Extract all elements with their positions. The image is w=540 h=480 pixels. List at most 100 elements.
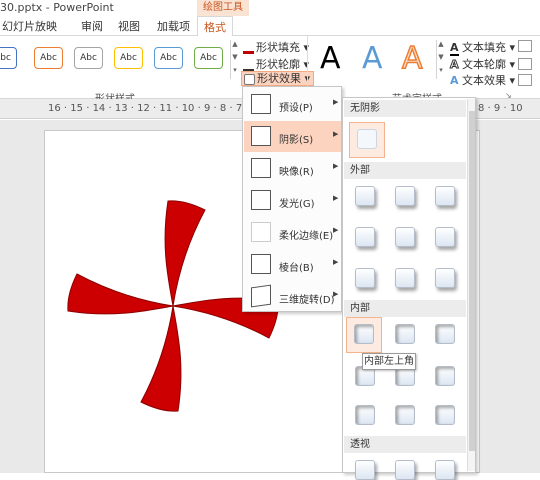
outer-shadow-swatch[interactable] bbox=[395, 227, 415, 247]
reflection-icon bbox=[251, 158, 271, 178]
tab-view[interactable]: 视图 bbox=[118, 18, 140, 34]
outer-shadow-swatch[interactable] bbox=[435, 186, 455, 206]
shape-style-green[interactable]: Abc bbox=[194, 47, 223, 69]
chevron-right-icon: ▶ bbox=[333, 290, 339, 298]
gallery-scrollbar[interactable] bbox=[467, 99, 475, 471]
shape-style-gold[interactable]: Abc bbox=[114, 47, 143, 69]
no-shadow-swatch[interactable] bbox=[357, 129, 377, 149]
menu-item-label: 阴影(S) bbox=[279, 135, 314, 146]
menu-item-glow[interactable]: 发光(G) ▶ bbox=[244, 185, 341, 216]
inner-shadow-swatch[interactable] bbox=[395, 324, 415, 344]
shape-style-light-blue[interactable]: Abc bbox=[154, 47, 183, 69]
inner-shadow-swatch[interactable] bbox=[435, 366, 455, 386]
wordart-style-blue[interactable]: A bbox=[362, 41, 383, 77]
text-outline-icon: A bbox=[450, 58, 459, 72]
align-text-icon[interactable] bbox=[518, 40, 532, 52]
menu-item-soft-edges[interactable]: 柔化边缘(E) ▶ bbox=[244, 217, 341, 248]
inner-shadow-swatch[interactable] bbox=[355, 405, 375, 425]
shape-fill-label: 形状填充 bbox=[256, 41, 300, 54]
ruler-ticks-left: 16 · 15 · 14 · 13 · 12 · 11 · 10 · 9 · 8… bbox=[48, 103, 258, 114]
scroll-up-icon[interactable]: ▲ bbox=[437, 40, 445, 53]
glow-icon bbox=[251, 190, 271, 210]
shape-outline-label: 形状轮廓 bbox=[256, 58, 300, 71]
scroll-down-icon[interactable]: ▼ bbox=[437, 53, 445, 66]
text-outline-label: 文本轮廓 bbox=[462, 58, 507, 71]
outer-shadow-swatch[interactable] bbox=[395, 186, 415, 206]
scrollbar-thumb[interactable] bbox=[469, 111, 475, 451]
shape-styles-scroll[interactable]: ▲ ▼ ▾ bbox=[230, 40, 239, 79]
shape-effects-menu: 预设(P) ▶ 阴影(S) ▶ 映像(R) ▶ 发光(G) ▶ 柔化边缘(E) … bbox=[242, 86, 342, 312]
gallery-header-outer: 外部 bbox=[344, 162, 466, 179]
chevron-right-icon: ▶ bbox=[333, 226, 339, 234]
perspective-shadow-swatch[interactable] bbox=[395, 460, 415, 480]
shape-effects-button[interactable]: 形状效果 ▾ bbox=[241, 71, 315, 86]
ruler-ticks-right: 8 · 9 · 10 bbox=[478, 103, 523, 114]
text-direction-icon[interactable] bbox=[518, 58, 532, 70]
tab-format[interactable]: 格式 bbox=[197, 16, 233, 37]
outer-shadow-swatch[interactable] bbox=[435, 268, 455, 288]
inner-shadow-swatch[interactable] bbox=[395, 405, 415, 425]
ribbon-tabs: 幻灯片放映 审阅 视图 加载项 格式 bbox=[0, 16, 540, 37]
menu-item-label: 柔化边缘(E) bbox=[279, 231, 334, 242]
chevron-right-icon: ▶ bbox=[333, 258, 339, 266]
text-outline-button[interactable]: A 文本轮廓 ▾ bbox=[450, 56, 516, 72]
shape-style-blue[interactable]: Abc bbox=[0, 47, 17, 69]
tab-review[interactable]: 审阅 bbox=[81, 18, 103, 34]
3d-rotation-icon bbox=[251, 284, 271, 308]
shape-style-gray[interactable]: Abc bbox=[74, 47, 103, 69]
outer-shadow-swatch[interactable] bbox=[355, 268, 375, 288]
outer-shadow-swatch[interactable] bbox=[355, 186, 375, 206]
menu-item-label: 发光(G) bbox=[279, 199, 315, 210]
window-title: 30.pptx - PowerPoint bbox=[0, 1, 114, 14]
inner-shadow-swatch[interactable] bbox=[435, 324, 455, 344]
shape-outline-button[interactable]: 形状轮廓 ▾ bbox=[243, 56, 309, 72]
menu-item-label: 棱台(B) bbox=[279, 263, 314, 274]
menu-item-reflection[interactable]: 映像(R) ▶ bbox=[244, 153, 341, 184]
text-fill-label: 文本填充 bbox=[462, 41, 507, 54]
wordart-style-black[interactable]: A bbox=[320, 41, 341, 77]
chevron-right-icon: ▶ bbox=[333, 130, 339, 138]
chevron-right-icon: ▶ bbox=[333, 98, 339, 106]
paint-bucket-icon bbox=[243, 43, 254, 54]
soft-edges-icon bbox=[251, 222, 271, 242]
more-icon[interactable]: ▾ bbox=[437, 66, 445, 79]
shape-fill-button[interactable]: 形状填充 ▾ bbox=[243, 39, 309, 55]
text-effects-icon: A bbox=[450, 74, 459, 87]
shape-effects-icon bbox=[244, 73, 255, 85]
tab-addins[interactable]: 加载项 bbox=[157, 18, 190, 34]
bevel-icon bbox=[251, 254, 271, 274]
perspective-shadow-swatch[interactable] bbox=[355, 460, 375, 480]
menu-item-label: 映像(R) bbox=[279, 167, 314, 178]
menu-item-3d-rotation[interactable]: 三维旋转(D) ▶ bbox=[244, 281, 341, 312]
more-icon[interactable]: ▾ bbox=[231, 66, 239, 79]
tab-slideshow[interactable]: 幻灯片放映 bbox=[2, 18, 57, 34]
inner-shadow-swatch[interactable] bbox=[354, 324, 374, 344]
wrap-text-icon[interactable] bbox=[518, 74, 532, 86]
scroll-up-icon[interactable]: ▲ bbox=[231, 40, 239, 53]
scroll-down-icon[interactable]: ▼ bbox=[231, 53, 239, 66]
text-fill-button[interactable]: A 文本填充 ▾ bbox=[450, 39, 515, 56]
outer-shadow-swatch[interactable] bbox=[395, 268, 415, 288]
menu-item-bevel[interactable]: 棱台(B) ▶ bbox=[244, 249, 341, 280]
outer-shadow-swatch[interactable] bbox=[355, 227, 375, 247]
menu-item-label: 预设(P) bbox=[279, 103, 313, 114]
pencil-icon bbox=[243, 60, 254, 71]
wordart-styles-scroll[interactable]: ▲ ▼ ▾ bbox=[436, 40, 445, 79]
shape-effects-label: 形状效果 bbox=[257, 72, 301, 85]
chevron-right-icon: ▶ bbox=[333, 162, 339, 170]
menu-item-shadow[interactable]: 阴影(S) ▶ bbox=[244, 121, 341, 152]
text-effects-button[interactable]: A 文本效果 ▾ bbox=[450, 72, 515, 88]
gallery-header-inner: 内部 bbox=[344, 300, 466, 317]
shape-style-orange[interactable]: Abc bbox=[34, 47, 63, 69]
menu-item-preset[interactable]: 预设(P) ▶ bbox=[244, 89, 341, 120]
preset-icon bbox=[251, 94, 271, 114]
gallery-header-no-shadow: 无阴影 bbox=[344, 100, 466, 117]
text-effects-label: 文本效果 bbox=[462, 74, 507, 87]
contextual-tab-group-label: 绘图工具 bbox=[197, 0, 249, 16]
perspective-shadow-swatch[interactable] bbox=[435, 460, 455, 480]
outer-shadow-swatch[interactable] bbox=[435, 227, 455, 247]
inner-shadow-swatch[interactable] bbox=[435, 405, 455, 425]
menu-item-label: 三维旋转(D) bbox=[279, 295, 335, 306]
chevron-right-icon: ▶ bbox=[333, 194, 339, 202]
wordart-style-orange[interactable]: A bbox=[401, 40, 423, 77]
